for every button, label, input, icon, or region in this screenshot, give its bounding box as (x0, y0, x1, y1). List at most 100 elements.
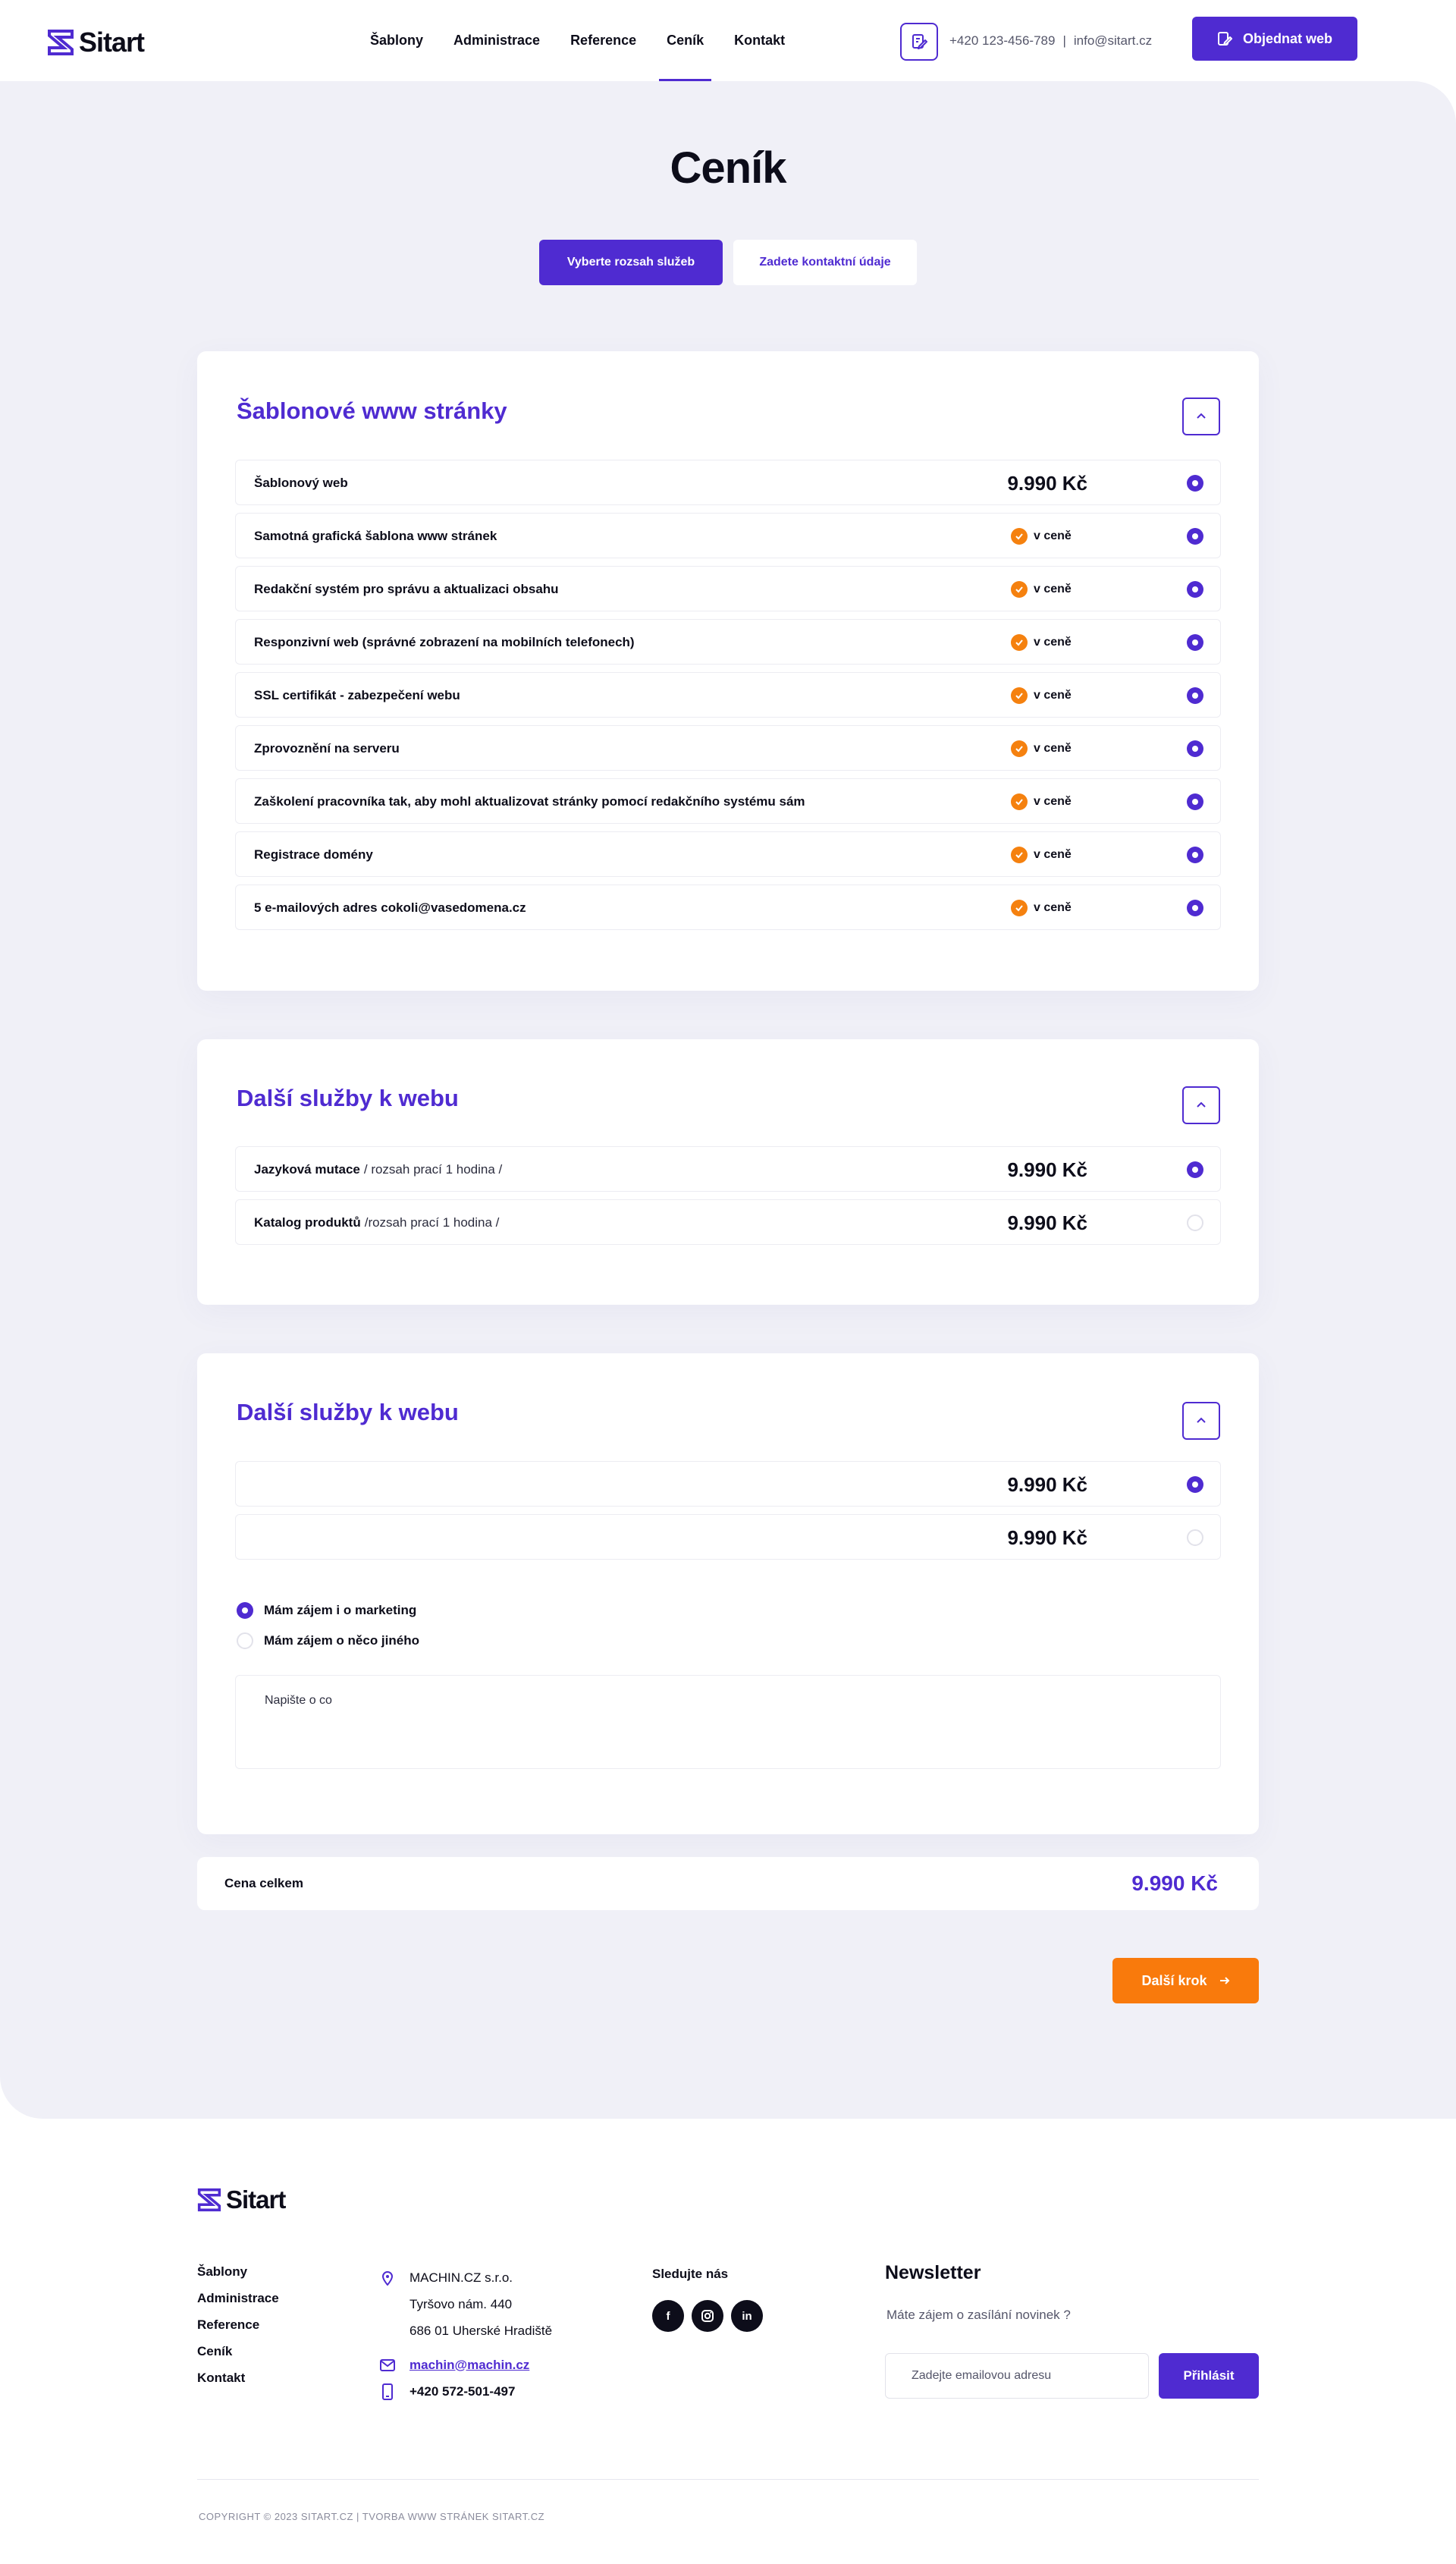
header-separator: | (1062, 33, 1066, 48)
included-badge: v ceně (1011, 885, 1072, 931)
site-logo[interactable]: Sitart (47, 27, 145, 58)
email-line: machin@machin.cz (379, 2352, 552, 2378)
row-radio[interactable] (1187, 687, 1203, 704)
step-select-services[interactable]: Vyberte rozsah služeb (539, 240, 723, 285)
footer-link-reference[interactable]: Reference (197, 2317, 279, 2332)
street: Tyršovo nám. 440 (410, 2296, 513, 2311)
row-radio[interactable] (1187, 847, 1203, 863)
included-text: v ceně (1034, 901, 1072, 914)
footer-logo[interactable]: Sitart (197, 2185, 286, 2214)
included-badge: v ceně (1011, 620, 1072, 665)
section-extra-services-2: Další služby k webu 9.990 Kč 9.990 Kč Má… (197, 1353, 1259, 1834)
included-text: v ceně (1034, 742, 1072, 755)
row-radio[interactable] (1187, 1161, 1203, 1178)
other-option[interactable]: Mám zájem o něco jiného (237, 1632, 419, 1649)
row-label: Samotná grafická šablona www stránek (254, 529, 497, 543)
linkedin-icon[interactable]: in (731, 2300, 763, 2332)
logo-mark-icon (197, 2188, 221, 2212)
included-badge: v ceně (1011, 726, 1072, 771)
header-phone[interactable]: +420 123-456-789 (949, 33, 1055, 49)
list-item: Katalog produktů/rozsah prací 1 hodina /… (235, 1199, 1221, 1245)
collapse-button[interactable] (1182, 397, 1220, 435)
row-label-sub: / rozsah prací 1 hodina / (363, 1162, 503, 1177)
logo-mark-icon (48, 30, 74, 55)
nav-item-cenik[interactable]: Ceník (651, 0, 719, 81)
contact-edit-icon[interactable] (900, 23, 938, 61)
nav-item-administrace[interactable]: Administrace (438, 0, 555, 81)
order-web-label: Objednat web (1242, 30, 1332, 46)
section-title: Další služby k webu (237, 1085, 459, 1111)
step-contact-details[interactable]: Zadete kontaktní údaje (733, 240, 917, 285)
copyright: COPYRIGHT © 2023 SITART.CZ | TVORBA WWW … (199, 2511, 545, 2522)
section-title: Šablonové www stránky (237, 397, 507, 424)
footer-link-kontakt[interactable]: Kontakt (197, 2371, 279, 2385)
row-radio[interactable] (1187, 1476, 1203, 1493)
location-pin-icon (379, 2270, 396, 2286)
check-icon (1011, 634, 1028, 651)
facebook-label: f (666, 2309, 670, 2323)
row-radio[interactable] (1187, 900, 1203, 916)
next-step-button[interactable]: Další krok (1112, 1958, 1259, 2003)
row-label: 5 e-mailových adres cokoli@vasedomena.cz (254, 900, 526, 915)
newsletter-subscribe-button[interactable]: Přihlásit (1159, 2353, 1259, 2399)
nav-item-kontakt[interactable]: Kontakt (719, 0, 800, 81)
included-badge: v ceně (1011, 673, 1072, 718)
row-label: Zaškolení pracovníka tak, aby mohl aktua… (254, 794, 805, 809)
instagram-icon[interactable] (692, 2300, 723, 2332)
newsletter-title: Newsletter (885, 2262, 981, 2283)
row-radio[interactable] (1187, 475, 1203, 492)
footer-link-administrace[interactable]: Administrace (197, 2291, 279, 2305)
row-label-main: Katalog produktů (254, 1215, 361, 1230)
row-radio[interactable] (1187, 1214, 1203, 1231)
footer-divider (197, 2479, 1259, 2480)
row-label: Registrace domény (254, 847, 373, 862)
row-radio[interactable] (1187, 1529, 1203, 1546)
logo-text: Sitart (79, 27, 145, 58)
step-tabs: Vyberte rozsah služeb Zadete kontaktní ú… (539, 240, 917, 285)
check-icon (1011, 581, 1028, 598)
newsletter-email-input[interactable] (885, 2353, 1149, 2399)
list-item: Registrace domény v ceně (235, 831, 1221, 877)
header-contact: +420 123-456-789 | info@sitart.cz (949, 33, 1152, 49)
option-radio[interactable] (237, 1632, 253, 1649)
row-radio[interactable] (1187, 581, 1203, 598)
list-item: Samotná grafická šablona www stránek v c… (235, 513, 1221, 558)
phone-icon (379, 2383, 396, 2400)
footer-link-sablony[interactable]: Šablony (197, 2264, 279, 2279)
included-badge: v ceně (1011, 832, 1072, 878)
row-radio[interactable] (1187, 793, 1203, 810)
total-value: 9.990 Kč (1131, 1871, 1218, 1895)
check-icon (1011, 528, 1028, 545)
note-textarea[interactable] (235, 1675, 1221, 1769)
row-price: 9.990 Kč (1007, 1526, 1087, 1549)
footer-link-cenik[interactable]: Ceník (197, 2344, 279, 2358)
row-radio[interactable] (1187, 740, 1203, 757)
page-title: Ceník (670, 143, 787, 193)
list-item: 9.990 Kč (235, 1461, 1221, 1507)
option-label: Mám zájem o něco jiného (264, 1633, 419, 1648)
section-title: Další služby k webu (237, 1399, 459, 1425)
row-price: 9.990 Kč (1007, 471, 1087, 495)
row-radio[interactable] (1187, 634, 1203, 651)
footer-email-link[interactable]: machin@machin.cz (410, 2358, 529, 2373)
collapse-button[interactable] (1182, 1086, 1220, 1124)
nav-item-sablony[interactable]: Šablony (355, 0, 438, 81)
nav-item-reference[interactable]: Reference (555, 0, 651, 81)
linkedin-label: in (742, 2309, 752, 2323)
collapse-button[interactable] (1182, 1402, 1220, 1440)
facebook-icon[interactable]: f (652, 2300, 684, 2332)
row-price: 9.990 Kč (1007, 1472, 1087, 1496)
mail-icon (379, 2358, 396, 2371)
follow-label: Sledujte nás (652, 2267, 729, 2281)
order-web-button[interactable]: Objednat web (1192, 17, 1357, 61)
row-label: Redakční systém pro správu a aktualizaci… (254, 582, 559, 596)
row-label-main: Jazyková mutace (254, 1162, 360, 1177)
row-radio[interactable] (1187, 528, 1203, 545)
row-price: 9.990 Kč (1007, 1158, 1087, 1181)
marketing-option[interactable]: Mám zájem i o marketing (237, 1602, 416, 1619)
option-radio[interactable] (237, 1602, 253, 1619)
header-email[interactable]: info@sitart.cz (1074, 33, 1152, 49)
included-badge: v ceně (1011, 514, 1072, 559)
footer-phone[interactable]: +420 572-501-497 (410, 2384, 515, 2399)
total-label: Cena celkem (224, 1876, 303, 1890)
